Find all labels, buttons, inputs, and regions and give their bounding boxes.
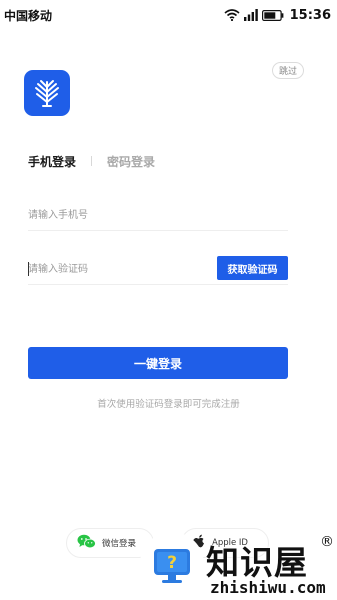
code-input[interactable]: [28, 254, 208, 284]
watermark: ? 知识屋 ® zhishiwu.com: [140, 532, 337, 600]
app-logo-icon: [24, 70, 70, 116]
one-click-login-button[interactable]: 一键登录: [28, 347, 288, 379]
tab-password-login[interactable]: 密码登录: [107, 153, 155, 170]
status-icons: 15:36: [224, 8, 331, 23]
wifi-icon: [224, 9, 240, 21]
watermark-badge: ?: [140, 532, 204, 596]
watermark-url: zhishiwu.com: [210, 578, 326, 597]
text-caret: [28, 262, 29, 276]
status-time: 15:36: [289, 7, 331, 23]
login-tabs: 手机登录 密码登录: [28, 152, 155, 170]
get-code-button[interactable]: 获取验证码: [217, 256, 288, 280]
wechat-login-label: 微信登录: [102, 539, 137, 549]
skip-button[interactable]: 跳过: [272, 62, 304, 79]
tab-divider: [91, 156, 93, 166]
register-hint: 首次使用验证码登录即可完成注册: [97, 399, 240, 410]
watermark-registered-mark: ®: [320, 534, 334, 550]
carrier-name: 中国移动: [4, 8, 53, 23]
svg-text:?: ?: [167, 553, 177, 573]
phone-field-wrapper: [28, 200, 288, 231]
watermark-title: 知识屋: [206, 543, 308, 582]
phone-input[interactable]: [28, 200, 288, 230]
tab-phone-login[interactable]: 手机登录: [28, 153, 76, 170]
wechat-icon: [77, 534, 96, 552]
code-field-wrapper: 获取验证码: [28, 254, 288, 285]
battery-icon: [261, 9, 284, 21]
signal-icon: [243, 9, 258, 21]
status-bar: 中国移动 15:36: [0, 0, 337, 30]
